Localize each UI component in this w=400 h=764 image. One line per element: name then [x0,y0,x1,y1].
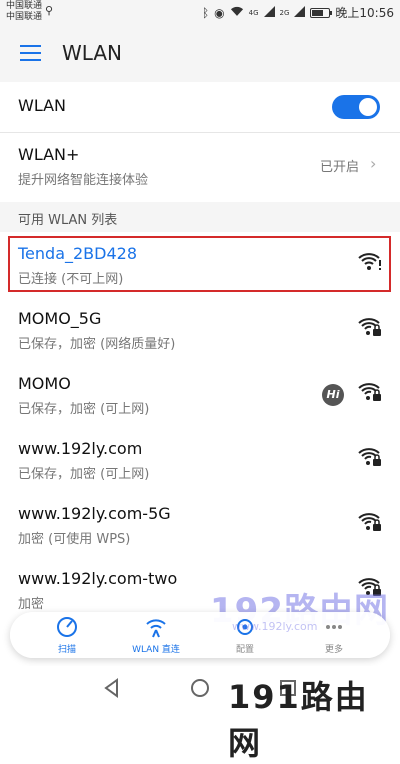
carrier-1: 中国联通 [6,1,43,11]
app-header: WLAN [0,26,400,82]
watermark-sub: www.192ly.com [232,620,318,633]
home-icon[interactable] [188,676,212,700]
config-button[interactable]: 配置 [200,612,290,658]
signal-1-icon [263,5,275,20]
network-item-192ly-5g[interactable]: www.192ly.com-5G 加密 (可使用 WPS) [0,492,400,557]
wifi-locked-icon [358,513,381,531]
bluetooth-icon: ᛒ [201,5,210,20]
network-name: MOMO_5G [18,309,102,328]
wifi-direct-button[interactable]: WLAN 直连 [111,612,201,658]
network-status: 已保存，加密 (可上网) [18,467,150,482]
status-icons: ᛒ ◉ 4G 2G 晚上10:56 [202,4,394,21]
scan-icon [57,617,77,637]
wlan-toggle-label: WLAN [18,96,67,115]
bottom-action-bar: 扫描 WLAN 直连 配置 更多 [10,612,390,658]
scan-label: 扫描 [57,645,76,655]
more-label: 更多 [324,645,343,655]
chevron-right-icon: › [370,154,377,173]
network-name: www.192ly.com-5G [18,504,171,523]
clock: 晚上10:56 [335,6,394,20]
more-button[interactable]: 更多 [289,612,379,658]
wlan-plus-status: 已开启 [320,160,360,175]
wifi-locked-icon [358,448,381,466]
section-header: 可用 WLAN 列表 [0,202,400,232]
wlan-plus-subtitle: 提升网络智能连接体验 [18,173,149,188]
wifi-locked-icon [358,318,381,336]
signal-2-icon [294,5,306,20]
highlight-box [8,236,391,292]
carrier-2: 中国联通 [6,12,43,22]
wifi-direct-label: WLAN 直连 [132,645,180,655]
wlan-toggle[interactable] [332,95,380,119]
network-status: 已保存，加密 (可上网) [18,402,150,417]
usb-icon: ⚲ [45,4,54,17]
hi-badge-icon: Hi [322,384,344,406]
page-title: WLAN [62,41,123,65]
section-title: 可用 WLAN 列表 [18,213,118,228]
back-icon[interactable] [100,676,124,700]
network-name: www.192ly.com [18,439,143,458]
carrier-labels: 中国联通 中国联通 [6,1,42,23]
network-name: MOMO [18,374,71,393]
more-icon [326,625,342,629]
network-status: 已保存，加密 (网络质量好) [18,337,176,352]
wifi-direct-icon [146,619,166,638]
battery-icon [310,7,333,18]
signal-4g-label: 4G [248,8,259,17]
wlan-plus-title: WLAN+ [18,145,80,164]
network-item-192ly[interactable]: www.192ly.com 已保存，加密 (可上网) [0,427,400,492]
network-name: www.192ly.com-two [18,569,178,588]
network-status: 加密 [18,597,45,612]
eye-icon: ◉ [214,5,225,20]
wifi-locked-icon [358,383,381,401]
network-status: 加密 (可使用 WPS) [18,532,131,547]
watermark-bottom: 191路由网 [228,678,369,762]
menu-icon[interactable] [20,45,41,61]
status-bar: 中国联通 中国联通 ⚲ ᛒ ◉ 4G 2G 晚上10:56 [0,0,400,26]
scan-button[interactable]: 扫描 [22,612,112,658]
signal-2g-label: 2G [279,8,290,17]
config-label: 配置 [235,645,254,655]
wifi-status-icon [230,6,244,20]
network-item-momo-5g[interactable]: MOMO_5G 已保存，加密 (网络质量好) [0,297,400,362]
